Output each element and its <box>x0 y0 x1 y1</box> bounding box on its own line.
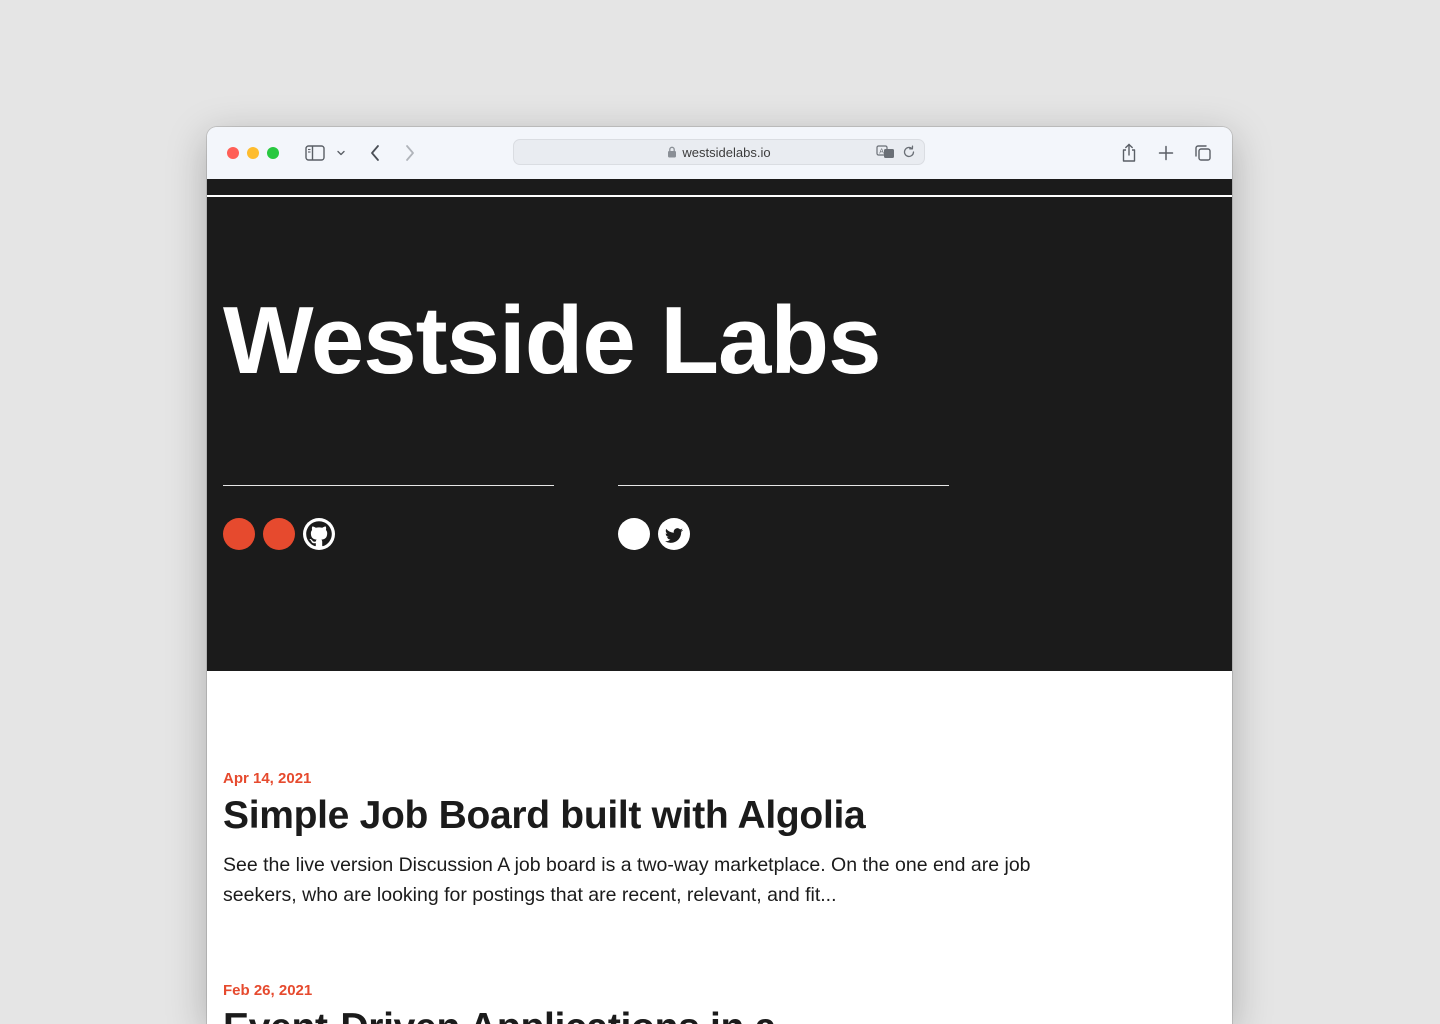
post-title[interactable]: Event-Driven Applications in a <box>223 1006 1043 1024</box>
reload-icon[interactable] <box>902 145 916 164</box>
forward-icon[interactable] <box>400 141 420 165</box>
url-text: westsidelabs.io <box>682 144 771 160</box>
hero-top-rule <box>207 195 1232 197</box>
post-item[interactable]: Feb 26, 2021 Event-Driven Applications i… <box>223 982 1043 1024</box>
site-title[interactable]: Westside Labs <box>223 291 881 391</box>
social-link-icon[interactable] <box>223 518 255 550</box>
social-link-icon[interactable] <box>618 518 650 550</box>
back-icon[interactable] <box>365 141 385 165</box>
post-date: Feb 26, 2021 <box>223 982 313 999</box>
twitter-icon[interactable] <box>658 518 690 550</box>
share-icon[interactable] <box>1118 141 1140 165</box>
github-icon[interactable] <box>303 518 335 550</box>
hero-section: Westside Labs <box>207 179 1232 671</box>
browser-toolbar: westsidelabs.io A <box>207 127 1232 180</box>
column-divider <box>223 485 554 486</box>
close-window-button[interactable] <box>227 147 239 159</box>
tabs-overview-icon[interactable] <box>1192 141 1214 165</box>
lock-icon <box>667 146 677 158</box>
address-bar[interactable]: westsidelabs.io A <box>513 139 925 165</box>
social-link-icon[interactable] <box>263 518 295 550</box>
zoom-window-button[interactable] <box>267 147 279 159</box>
translate-icon[interactable]: A <box>876 144 896 165</box>
post-item[interactable]: Apr 14, 2021 Simple Job Board built with… <box>223 770 1043 910</box>
post-title[interactable]: Simple Job Board built with Algolia <box>223 794 1043 838</box>
post-date: Apr 14, 2021 <box>223 770 312 787</box>
social-links-group <box>618 518 690 550</box>
social-links-group <box>223 518 335 550</box>
new-tab-icon[interactable] <box>1155 141 1177 165</box>
page-content: Westside Labs Apr 14, 2021 Simple Job Bo… <box>207 179 1232 1024</box>
sidebar-icon[interactable] <box>304 141 326 165</box>
chevron-down-icon[interactable] <box>335 141 347 165</box>
minimize-window-button[interactable] <box>247 147 259 159</box>
post-excerpt: See the live version Discussion A job bo… <box>223 854 1031 906</box>
column-divider <box>618 485 949 486</box>
browser-window: westsidelabs.io A Westside Labs Apr 14, … <box>207 127 1232 1024</box>
svg-text:A: A <box>879 149 884 156</box>
